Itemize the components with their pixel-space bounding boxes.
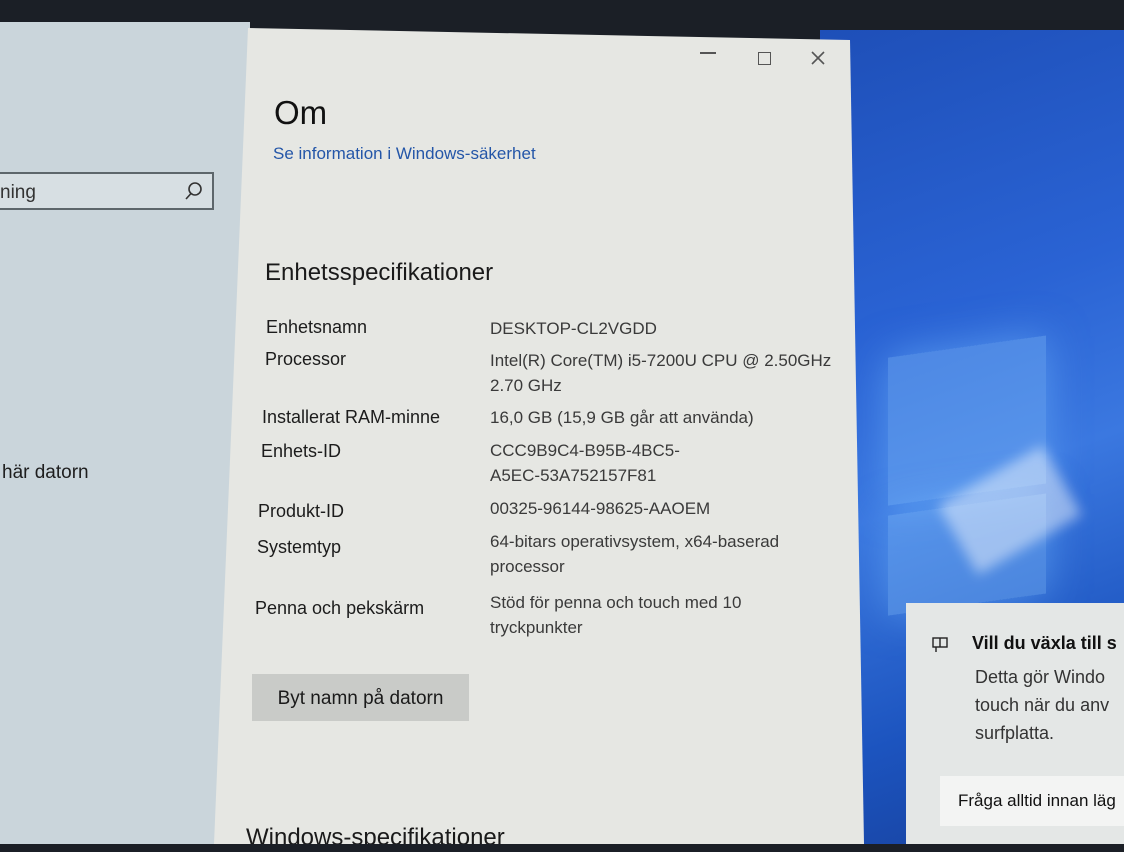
spec-value-product-id: 00325-96144-98625-AAOEM — [490, 499, 711, 518]
spec-label-device-id: Enhets-ID — [261, 441, 342, 461]
spec-label-device-name: Enhetsnamn — [266, 317, 368, 337]
rename-pc-button[interactable]: Byt namn på datorn — [252, 674, 469, 721]
tablet-mode-notification: Vill du växla till s Detta gör Windo tou… — [906, 603, 1124, 844]
search-input-text: ning — [0, 182, 36, 203]
spec-label-system-type: Systemtyp — [257, 537, 342, 557]
page-title: Om — [274, 94, 328, 131]
notification-body: Detta gör Windo touch när du anv surfpla… — [975, 667, 1110, 743]
spec-label-pen-touch: Penna och pekskärm — [255, 598, 425, 618]
ask-always-button[interactable]: Fråga alltid innan läg — [940, 776, 1124, 826]
close-icon[interactable] — [810, 50, 826, 66]
spec-label-product-id: Produkt-ID — [258, 501, 345, 521]
maximize-icon[interactable] — [758, 52, 771, 65]
about-window: Om Se information i Windows-säkerhet Enh… — [214, 28, 864, 844]
spec-value-device-id: CCC9B9C4-B95B-4BC5-A5EC-53A752157F81 — [490, 441, 680, 485]
spec-value-device-name: DESKTOP-CL2VGDD — [490, 319, 657, 338]
spec-value-ram: 16,0 GB (15,9 GB går att använda) — [490, 408, 754, 427]
spec-value-processor: Intel(R) Core(TM) i5-7200U CPU @ 2.50GHz… — [490, 351, 832, 395]
tablet-mode-icon — [932, 637, 948, 652]
spec-label-ram: Installerat RAM-minne — [262, 407, 441, 427]
windows-specs-heading: Windows-specifikationer — [246, 824, 505, 851]
settings-nav-pane: ning här datorn — [0, 22, 250, 844]
minimize-icon[interactable] — [700, 52, 716, 54]
device-specs-heading: Enhetsspecifikationer — [265, 259, 494, 286]
spec-label-processor: Processor — [265, 349, 347, 369]
notification-title: Vill du växla till s — [972, 633, 1117, 653]
windows-security-link[interactable]: Se information i Windows-säkerhet — [273, 144, 536, 164]
spec-value-pen-touch: Stöd för penna och touch med 10 tryckpun… — [490, 593, 742, 637]
spec-value-system-type: 64-bitars operativsystem, x64-baserad pr… — [490, 532, 780, 576]
search-input[interactable]: ning — [0, 172, 214, 210]
nav-item-about[interactable]: här datorn — [2, 462, 89, 484]
search-icon[interactable] — [184, 181, 204, 201]
